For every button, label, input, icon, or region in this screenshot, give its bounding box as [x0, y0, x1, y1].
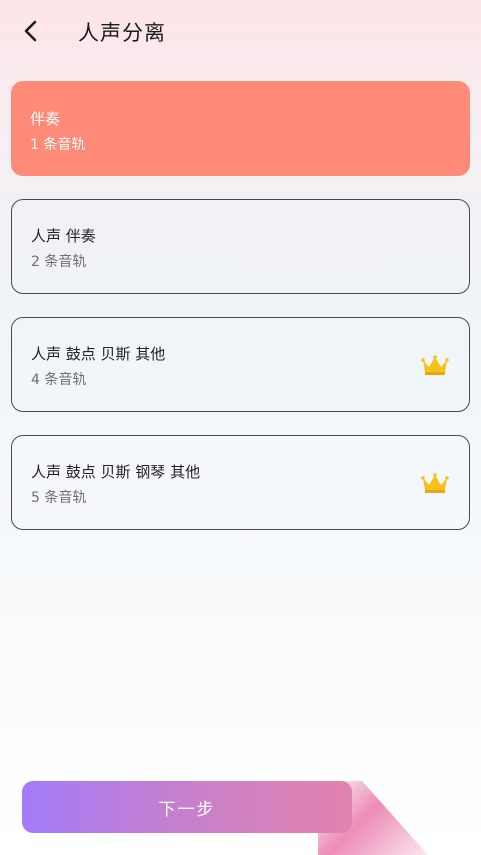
crown-icon: [421, 355, 449, 375]
option-track-count: 2 条音轨: [31, 254, 87, 270]
crown-icon: [421, 473, 449, 493]
option-track-count: 1 条音轨: [30, 137, 86, 153]
chevron-left-icon: [24, 20, 37, 42]
page-title: 人声分离: [78, 21, 166, 45]
option-track-count: 4 条音轨: [31, 372, 87, 388]
back-button[interactable]: [14, 14, 48, 48]
option-title: 人声 伴奏: [31, 227, 96, 245]
option-title: 人声 鼓点 贝斯 钢琴 其他: [31, 463, 201, 481]
option-title: 伴奏: [30, 110, 61, 128]
next-step-button[interactable]: 下一步: [22, 781, 352, 833]
option-card-four-tracks[interactable]: 人声 鼓点 贝斯 其他 4 条音轨: [11, 317, 470, 412]
option-card-vocal-accompaniment[interactable]: 人声 伴奏 2 条音轨: [11, 199, 470, 294]
option-card-accompaniment[interactable]: 伴奏 1 条音轨: [11, 81, 470, 176]
option-title: 人声 鼓点 贝斯 其他: [31, 345, 166, 363]
option-card-five-tracks[interactable]: 人声 鼓点 贝斯 钢琴 其他 5 条音轨: [11, 435, 470, 530]
option-track-count: 5 条音轨: [31, 490, 87, 506]
header: 人声分离: [0, 0, 481, 62]
